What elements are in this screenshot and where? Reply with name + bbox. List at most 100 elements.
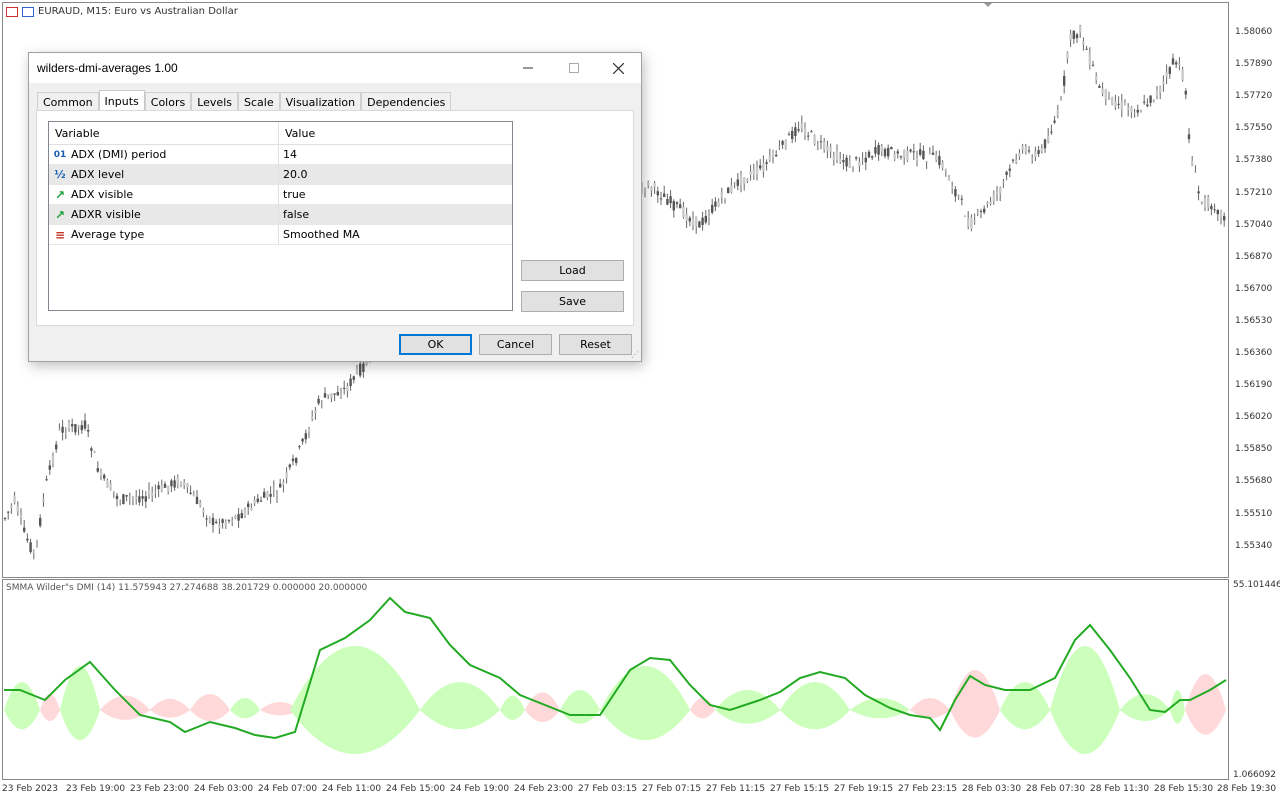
- candle-body: [295, 457, 298, 463]
- candle-body: [755, 166, 759, 175]
- candle-body: [1114, 101, 1117, 108]
- row-value[interactable]: Smoothed MA: [279, 225, 512, 244]
- candle-body: [896, 151, 899, 154]
- save-button[interactable]: Save: [521, 291, 624, 312]
- candle-body: [733, 181, 736, 183]
- row-value[interactable]: false: [279, 205, 512, 224]
- candle-body: [736, 179, 739, 186]
- candle-body: [346, 385, 349, 392]
- candle-body: [877, 144, 880, 155]
- tab-colors[interactable]: Colors: [144, 92, 192, 111]
- price-tick: 1.57040: [1235, 219, 1273, 230]
- dialog-titlebar[interactable]: wilders-dmi-averages 1.00: [29, 53, 641, 83]
- maximize-button[interactable]: [551, 53, 597, 83]
- candle-body: [976, 211, 979, 213]
- tab-inputs[interactable]: Inputs: [98, 90, 145, 111]
- candle-body: [746, 179, 749, 182]
- row-value[interactable]: 14: [279, 145, 512, 164]
- candle-body: [285, 472, 288, 478]
- candle-body: [835, 150, 839, 160]
- candle-body: [243, 509, 247, 516]
- tab-common[interactable]: Common: [37, 92, 99, 111]
- reset-button[interactable]: Reset: [559, 334, 632, 355]
- time-tick: 27 Feb 19:15: [834, 784, 894, 794]
- column-variable[interactable]: Variable: [49, 122, 279, 144]
- table-row[interactable]: 01 ADX (DMI) period 14: [49, 145, 512, 165]
- candle-body: [752, 169, 755, 175]
- row-value[interactable]: true: [279, 185, 512, 204]
- candle-body: [1047, 135, 1050, 143]
- double-icon: ½: [54, 168, 66, 181]
- candle-body: [330, 393, 333, 399]
- candle-body: [1139, 111, 1143, 113]
- column-value[interactable]: Value: [279, 122, 512, 144]
- candle-body: [23, 527, 26, 532]
- table-row[interactable]: ↗ ADXR visible false: [49, 205, 512, 225]
- candle-body: [1127, 107, 1130, 110]
- cancel-button[interactable]: Cancel: [479, 334, 552, 355]
- row-variable: Average type: [71, 228, 145, 241]
- candle-body: [919, 149, 922, 155]
- tab-scale[interactable]: Scale: [238, 92, 280, 111]
- candle-body: [1187, 134, 1191, 140]
- candle-body: [282, 481, 285, 485]
- table-row[interactable]: ½ ADX level 20.0: [49, 165, 512, 185]
- candle-body: [656, 191, 659, 196]
- close-button[interactable]: [595, 53, 641, 83]
- minimize-button[interactable]: [505, 53, 551, 83]
- tab-visualization[interactable]: Visualization: [279, 92, 362, 111]
- chart-trade-icon[interactable]: [22, 6, 34, 17]
- ok-button[interactable]: OK: [399, 334, 472, 355]
- tab-dependencies[interactable]: Dependencies: [361, 92, 452, 111]
- indicator-settings-dialog: wilders-dmi-averages 1.00 Common Inputs …: [28, 52, 642, 362]
- candle-body: [823, 141, 826, 150]
- time-tick: 27 Feb 03:15: [578, 784, 638, 794]
- candle-body: [845, 157, 848, 167]
- resize-grip-icon[interactable]: ⋰: [631, 350, 639, 359]
- row-value[interactable]: 20.0: [279, 165, 512, 184]
- candle-body: [266, 491, 269, 498]
- candle-body: [195, 496, 199, 504]
- tab-levels[interactable]: Levels: [191, 92, 238, 111]
- candle-body: [666, 199, 669, 205]
- candle-body: [307, 429, 311, 433]
- candle-body: [1200, 201, 1203, 203]
- candle-body: [202, 509, 205, 513]
- candle-body: [1050, 131, 1053, 133]
- candle-body: [669, 196, 672, 204]
- candle-body: [1079, 25, 1082, 33]
- candle-body: [1111, 97, 1114, 105]
- candle-body: [125, 495, 128, 497]
- indicator-scale-min: 1.066092: [1233, 770, 1276, 780]
- table-row[interactable]: ≡ Average type Smoothed MA: [49, 225, 512, 245]
- candle-body: [1216, 210, 1219, 215]
- candle-body: [1098, 85, 1101, 88]
- candle-body: [771, 151, 775, 157]
- candle-body: [1171, 58, 1175, 65]
- candle-body: [647, 182, 650, 186]
- candle-body: [743, 177, 746, 184]
- candle-body: [237, 514, 240, 521]
- candle-body: [26, 538, 29, 541]
- candle-body: [951, 186, 954, 189]
- candle-body: [64, 433, 67, 435]
- time-tick: 24 Feb 11:00: [322, 784, 382, 794]
- chart-menu-icon[interactable]: [6, 6, 18, 17]
- candle-body: [1203, 198, 1207, 208]
- candle-body: [989, 201, 992, 204]
- candle-body: [247, 503, 250, 508]
- candle-body: [928, 153, 931, 155]
- load-button[interactable]: Load: [521, 260, 624, 281]
- candle-body: [74, 424, 77, 433]
- candle-body: [1040, 148, 1043, 152]
- table-row[interactable]: ↗ ADX visible true: [49, 185, 512, 205]
- price-tick: 1.56700: [1235, 283, 1273, 294]
- candle-body: [797, 129, 800, 131]
- candle-body: [29, 542, 32, 553]
- candle-body: [269, 493, 272, 497]
- candle-body: [1008, 168, 1011, 171]
- price-tick: 1.56190: [1235, 380, 1273, 391]
- time-tick: 24 Feb 15:00: [386, 784, 446, 794]
- candle-body: [999, 187, 1002, 194]
- candle-body: [749, 171, 752, 175]
